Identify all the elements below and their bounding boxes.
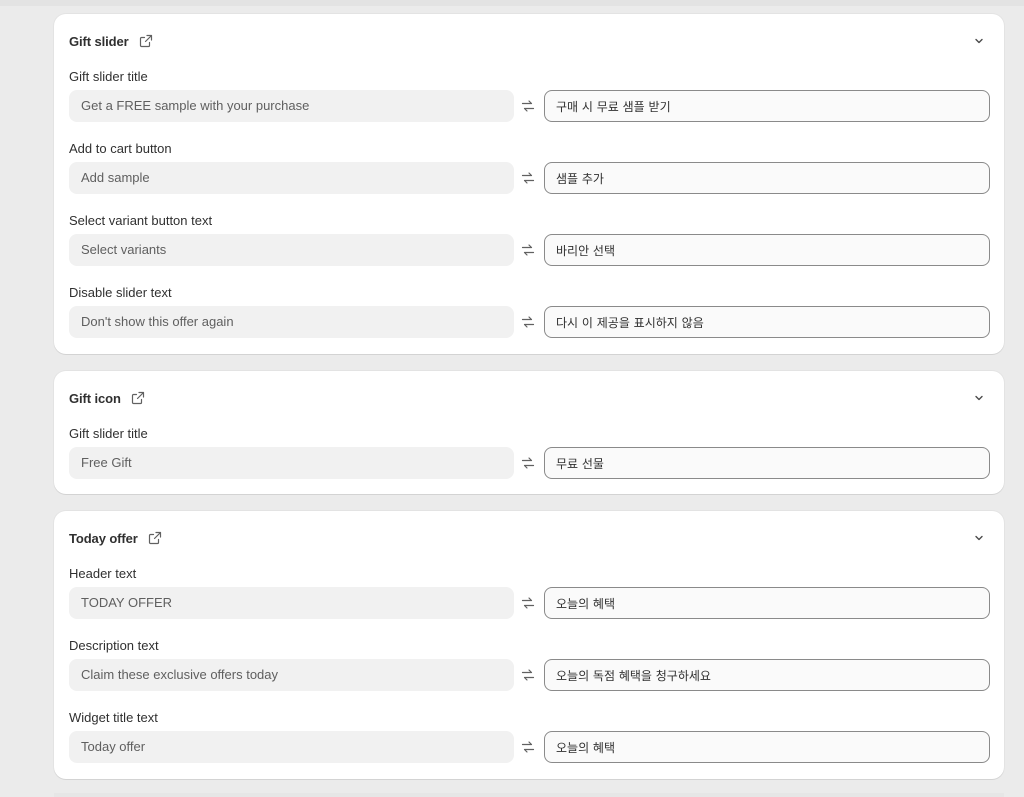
translation-input[interactable] <box>544 306 990 338</box>
source-text: Get a FREE sample with your purchase <box>69 90 514 122</box>
top-divider <box>0 0 1024 6</box>
field-label: Add to cart button <box>69 141 172 156</box>
field-label: Select variant button text <box>69 213 213 228</box>
field-gift-slider-title: Gift slider title Get a FREE sample with… <box>69 69 990 122</box>
card-title: Today offer <box>69 530 138 546</box>
field-row: TODAY OFFER <box>69 587 990 619</box>
translation-settings-page: Gift slider Gift slider title Get a FREE… <box>0 0 1024 797</box>
chevron-down-icon[interactable] <box>972 391 986 405</box>
field-header-text: Header text TODAY OFFER <box>69 566 990 619</box>
field-add-to-cart-button: Add to cart button Add sample <box>69 141 990 194</box>
external-link-icon[interactable] <box>139 34 153 48</box>
source-text: Today offer <box>69 731 514 763</box>
swap-arrows-icon[interactable] <box>521 740 535 754</box>
translation-input[interactable] <box>544 90 990 122</box>
next-card-edge <box>54 793 1004 797</box>
gift-icon-card: Gift icon Gift slider title Free Gift <box>54 371 1004 494</box>
translation-input[interactable] <box>544 162 990 194</box>
swap-arrows-icon[interactable] <box>521 171 535 185</box>
swap-arrows-icon[interactable] <box>521 668 535 682</box>
card-header: Gift icon <box>69 389 145 407</box>
card-header: Today offer <box>69 529 162 547</box>
gift-slider-card: Gift slider Gift slider title Get a FREE… <box>54 14 1004 354</box>
translation-input[interactable] <box>544 587 990 619</box>
field-widget-title-text: Widget title text Today offer <box>69 710 990 763</box>
field-label: Gift slider title <box>69 426 148 441</box>
field-description-text: Description text Claim these exclusive o… <box>69 638 990 691</box>
field-label: Widget title text <box>69 710 158 725</box>
external-link-icon[interactable] <box>131 391 145 405</box>
translation-input[interactable] <box>544 731 990 763</box>
field-label: Disable slider text <box>69 285 172 300</box>
translation-input[interactable] <box>544 234 990 266</box>
swap-arrows-icon[interactable] <box>521 596 535 610</box>
field-disable-slider-text: Disable slider text Don't show this offe… <box>69 285 990 338</box>
source-text: Don't show this offer again <box>69 306 514 338</box>
field-row: Today offer <box>69 731 990 763</box>
chevron-down-icon[interactable] <box>972 531 986 545</box>
translation-input[interactable] <box>544 659 990 691</box>
card-title: Gift slider <box>69 33 129 49</box>
field-row: Add sample <box>69 162 990 194</box>
field-label: Gift slider title <box>69 69 148 84</box>
chevron-down-icon[interactable] <box>972 34 986 48</box>
source-text: Add sample <box>69 162 514 194</box>
field-row: Get a FREE sample with your purchase <box>69 90 990 122</box>
field-label: Header text <box>69 566 137 581</box>
field-row: Free Gift <box>69 447 990 479</box>
source-text: TODAY OFFER <box>69 587 514 619</box>
source-text: Select variants <box>69 234 514 266</box>
field-select-variant-button-text: Select variant button text Select varian… <box>69 213 990 266</box>
source-text: Free Gift <box>69 447 514 479</box>
source-text: Claim these exclusive offers today <box>69 659 514 691</box>
swap-arrows-icon[interactable] <box>521 456 535 470</box>
today-offer-card: Today offer Header text TODAY OFFER Desc… <box>54 511 1004 779</box>
field-row: Select variants <box>69 234 990 266</box>
field-gift-icon-title: Gift slider title Free Gift <box>69 426 990 479</box>
swap-arrows-icon[interactable] <box>521 315 535 329</box>
swap-arrows-icon[interactable] <box>521 243 535 257</box>
field-row: Don't show this offer again <box>69 306 990 338</box>
field-label: Description text <box>69 638 159 653</box>
card-header: Gift slider <box>69 32 153 50</box>
swap-arrows-icon[interactable] <box>521 99 535 113</box>
field-row: Claim these exclusive offers today <box>69 659 990 691</box>
card-title: Gift icon <box>69 390 121 406</box>
translation-input[interactable] <box>544 447 990 479</box>
external-link-icon[interactable] <box>148 531 162 545</box>
